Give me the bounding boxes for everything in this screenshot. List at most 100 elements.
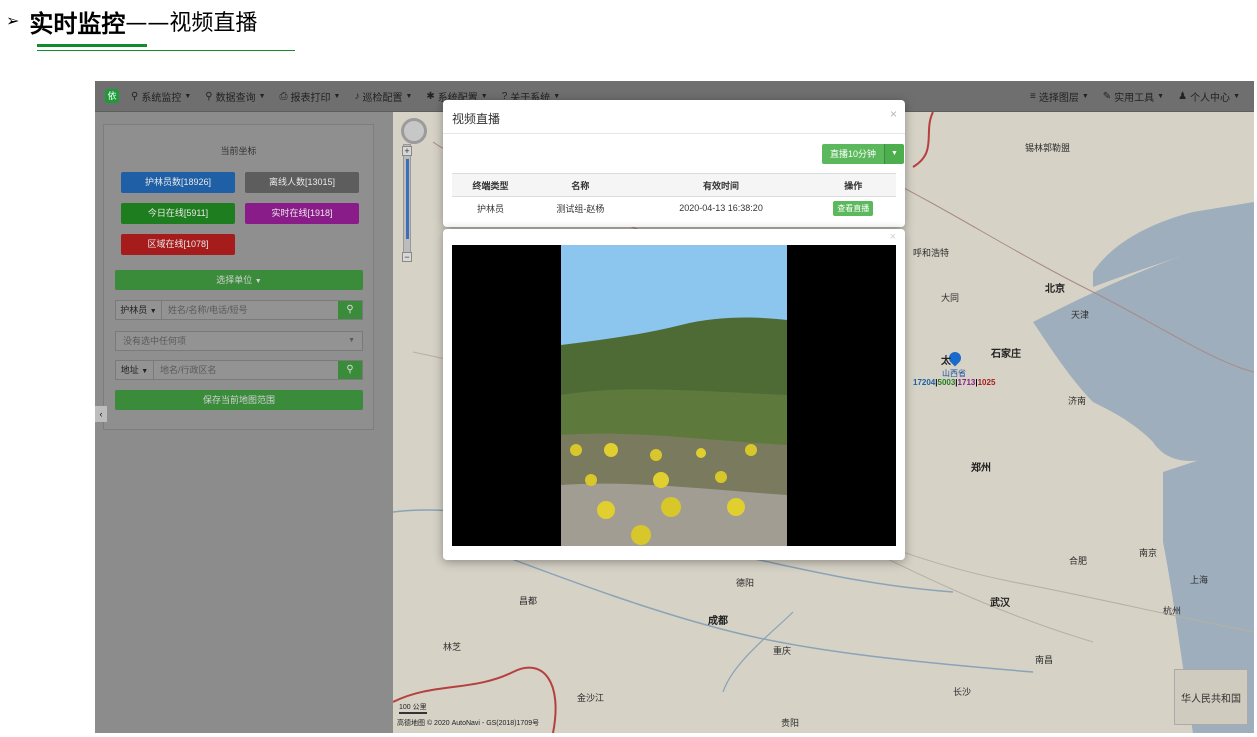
dialog-title: 视频直播 [452, 112, 501, 126]
map-label: 合肥 [1069, 556, 1088, 566]
caret-icon: ▼ [480, 92, 488, 100]
app-logo[interactable]: 依 [105, 89, 119, 103]
stat-realtime-online[interactable]: 实时在线[1918] [245, 203, 359, 224]
map-label: 上海 [1190, 575, 1209, 585]
overview-label: 华人民共和国 [1181, 694, 1241, 705]
title-underline-thin [37, 50, 295, 51]
stat-offline-count[interactable]: 离线人数[13015] [245, 172, 359, 193]
caret-icon: ▼ [254, 278, 262, 285]
cell-type: 护林员 [477, 203, 505, 214]
count-ranger: 17204 [913, 378, 936, 387]
count-realtime: 1713 [957, 378, 976, 387]
video-player[interactable] [452, 245, 896, 546]
search-icon[interactable]: ⚲ [338, 301, 362, 319]
caret-icon: ▼ [149, 308, 157, 315]
map-label: 济南 [1068, 396, 1087, 406]
map-copyright: 高德地图 © 2020 AutoNavi - GS(2018)1709号 [397, 720, 540, 727]
nav-patrol-config[interactable]: ♪ 巡检配置 ▼ [354, 89, 412, 104]
search-icon: ⚲ [205, 90, 213, 102]
control-panel: 当前坐标 护林员数[18926] 离线人数[13015] 今日在线[5911] … [103, 124, 374, 430]
map-label: 石家庄 [991, 349, 1021, 360]
caret-icon: ▼ [1233, 92, 1240, 100]
caret-icon: ▼ [1157, 92, 1165, 100]
column-header: 有效时间 [631, 173, 811, 197]
search-type-dropdown[interactable]: 护林员 ▼ [116, 301, 162, 319]
column-header: 操作 [810, 173, 896, 197]
map-label: 成都 [708, 616, 728, 627]
map-label: 德阳 [736, 578, 755, 588]
zoom-slider-fill [406, 159, 409, 239]
slide-title-bold: 实时监控 [29, 10, 126, 38]
panel-title: 当前坐标 [220, 146, 257, 156]
map-label: 北京 [1045, 284, 1065, 295]
caret-icon: ▼ [405, 92, 413, 100]
dialog-header: 视频直播 × [443, 100, 905, 134]
live-video-dialog: 视频直播 × 直播10分钟 ▼ 终端类型 名称 有效时间 操作 护林员 测试组-… [443, 100, 905, 227]
caret-icon: ▼ [184, 92, 192, 100]
stat-today-online[interactable]: 今日在线[5911] [121, 203, 235, 224]
cell-action: 查看直播 [810, 197, 896, 220]
marker-counts[interactable]: 17204|5003|1713|1025 [913, 378, 995, 387]
caret-icon: ▼ [348, 337, 355, 344]
save-map-range-button[interactable]: 保存当前地图范围 [115, 390, 363, 410]
collapse-panel-button[interactable]: ‹ [95, 406, 107, 422]
close-icon[interactable]: × [890, 231, 896, 243]
map-label: 昌都 [519, 596, 538, 606]
bullet-arrow-icon: ➢ [6, 13, 20, 30]
map-label: 南昌 [1035, 655, 1054, 665]
close-icon[interactable]: × [890, 107, 897, 121]
caret-icon: ▼ [258, 92, 266, 100]
address-type-dropdown[interactable]: 地址 ▼ [116, 361, 154, 379]
wrench-icon: ✎ [1102, 90, 1112, 102]
nav-data-query[interactable]: ⚲ 数据查询 ▼ [205, 89, 265, 104]
caret-icon: ▼ [553, 92, 561, 100]
map-marker-icon: ⚲ [131, 90, 139, 102]
list-icon: ≡ [1029, 90, 1036, 102]
ranger-search-input[interactable]: 姓名/名称/电话/短号 [162, 301, 338, 319]
address-search-input[interactable]: 地名/行政区名 [154, 361, 338, 379]
pan-control[interactable] [401, 118, 427, 144]
chevron-down-icon[interactable]: ▼ [884, 144, 904, 164]
live-button-label[interactable]: 直播10分钟 [822, 144, 885, 164]
cell-name: 测试组-赵杨 [556, 203, 605, 214]
table-row: 护林员 测试组-赵杨 2020-04-13 16:38:20 查看直播 [452, 197, 896, 220]
nav-select-layer[interactable]: ≡ 选择图层 ▼ [1030, 89, 1089, 104]
terminal-table: 终端类型 名称 有效时间 操作 护林员 测试组-赵杨 2020-04-13 16… [452, 173, 896, 220]
map-label: 林芝 [443, 642, 462, 652]
map-label: 郑州 [971, 463, 991, 474]
nav-user-center[interactable]: ♟ 个人中心 ▼ [1178, 89, 1240, 104]
map-label: 重庆 [773, 646, 792, 656]
zoom-slider[interactable] [403, 144, 411, 262]
map-label: 锡林郭勒盟 [1025, 143, 1071, 153]
nav-tools[interactable]: ✎ 实用工具 ▼ [1103, 89, 1164, 104]
zoom-out-button[interactable]: − [402, 252, 412, 262]
view-live-button[interactable]: 查看直播 [833, 200, 874, 216]
user-icon: ♟ [1178, 90, 1188, 102]
video-frame-image [561, 245, 787, 546]
caret-icon: ▼ [333, 92, 341, 100]
stat-ranger-count[interactable]: 护林员数[18926] [121, 172, 235, 193]
map-scale: 100 公里 [399, 702, 427, 714]
multi-select-dropdown[interactable]: 没有选中任何项 ▼ [115, 331, 363, 351]
nav-system-monitor[interactable]: ⚲ 系统监控 ▼ [131, 89, 191, 104]
ranger-search-row: 护林员 ▼ 姓名/名称/电话/短号 ⚲ [115, 300, 363, 320]
map-label: 长沙 [953, 687, 972, 697]
stat-region-online[interactable]: 区域在线[1078] [121, 234, 235, 255]
app-window: 依 ⚲ 系统监控 ▼ ⚲ 数据查询 ▼ ⎙ 报表打印 ▼ ♪ 巡检配置 ▼ ✱ 系统配置 ▼ ? 关于… [95, 81, 1254, 733]
map-overview[interactable]: 华人民共和国 [1174, 669, 1248, 725]
bell-icon: ♪ [354, 90, 360, 102]
map-zoom-control [401, 118, 427, 144]
zoom-in-button[interactable]: + [402, 146, 412, 156]
map-label: 武汉 [990, 598, 1010, 609]
print-icon: ⎙ [279, 90, 288, 102]
select-unit-button[interactable]: 选择单位 ▼ [115, 270, 363, 290]
nav-report-print[interactable]: ⎙ 报表打印 ▼ [280, 89, 341, 104]
caret-icon: ▼ [1081, 92, 1089, 100]
map-label: 大同 [941, 293, 960, 303]
address-search-row: 地址 ▼ 地名/行政区名 ⚲ [115, 360, 363, 380]
video-player-dialog: × [443, 229, 905, 560]
live-10min-button[interactable]: 直播10分钟 ▼ [822, 144, 904, 164]
search-icon[interactable]: ⚲ [338, 361, 362, 379]
column-header: 终端类型 [452, 173, 530, 197]
slide-title: ➢ 实时监控 ——视频直播 [6, 4, 257, 38]
